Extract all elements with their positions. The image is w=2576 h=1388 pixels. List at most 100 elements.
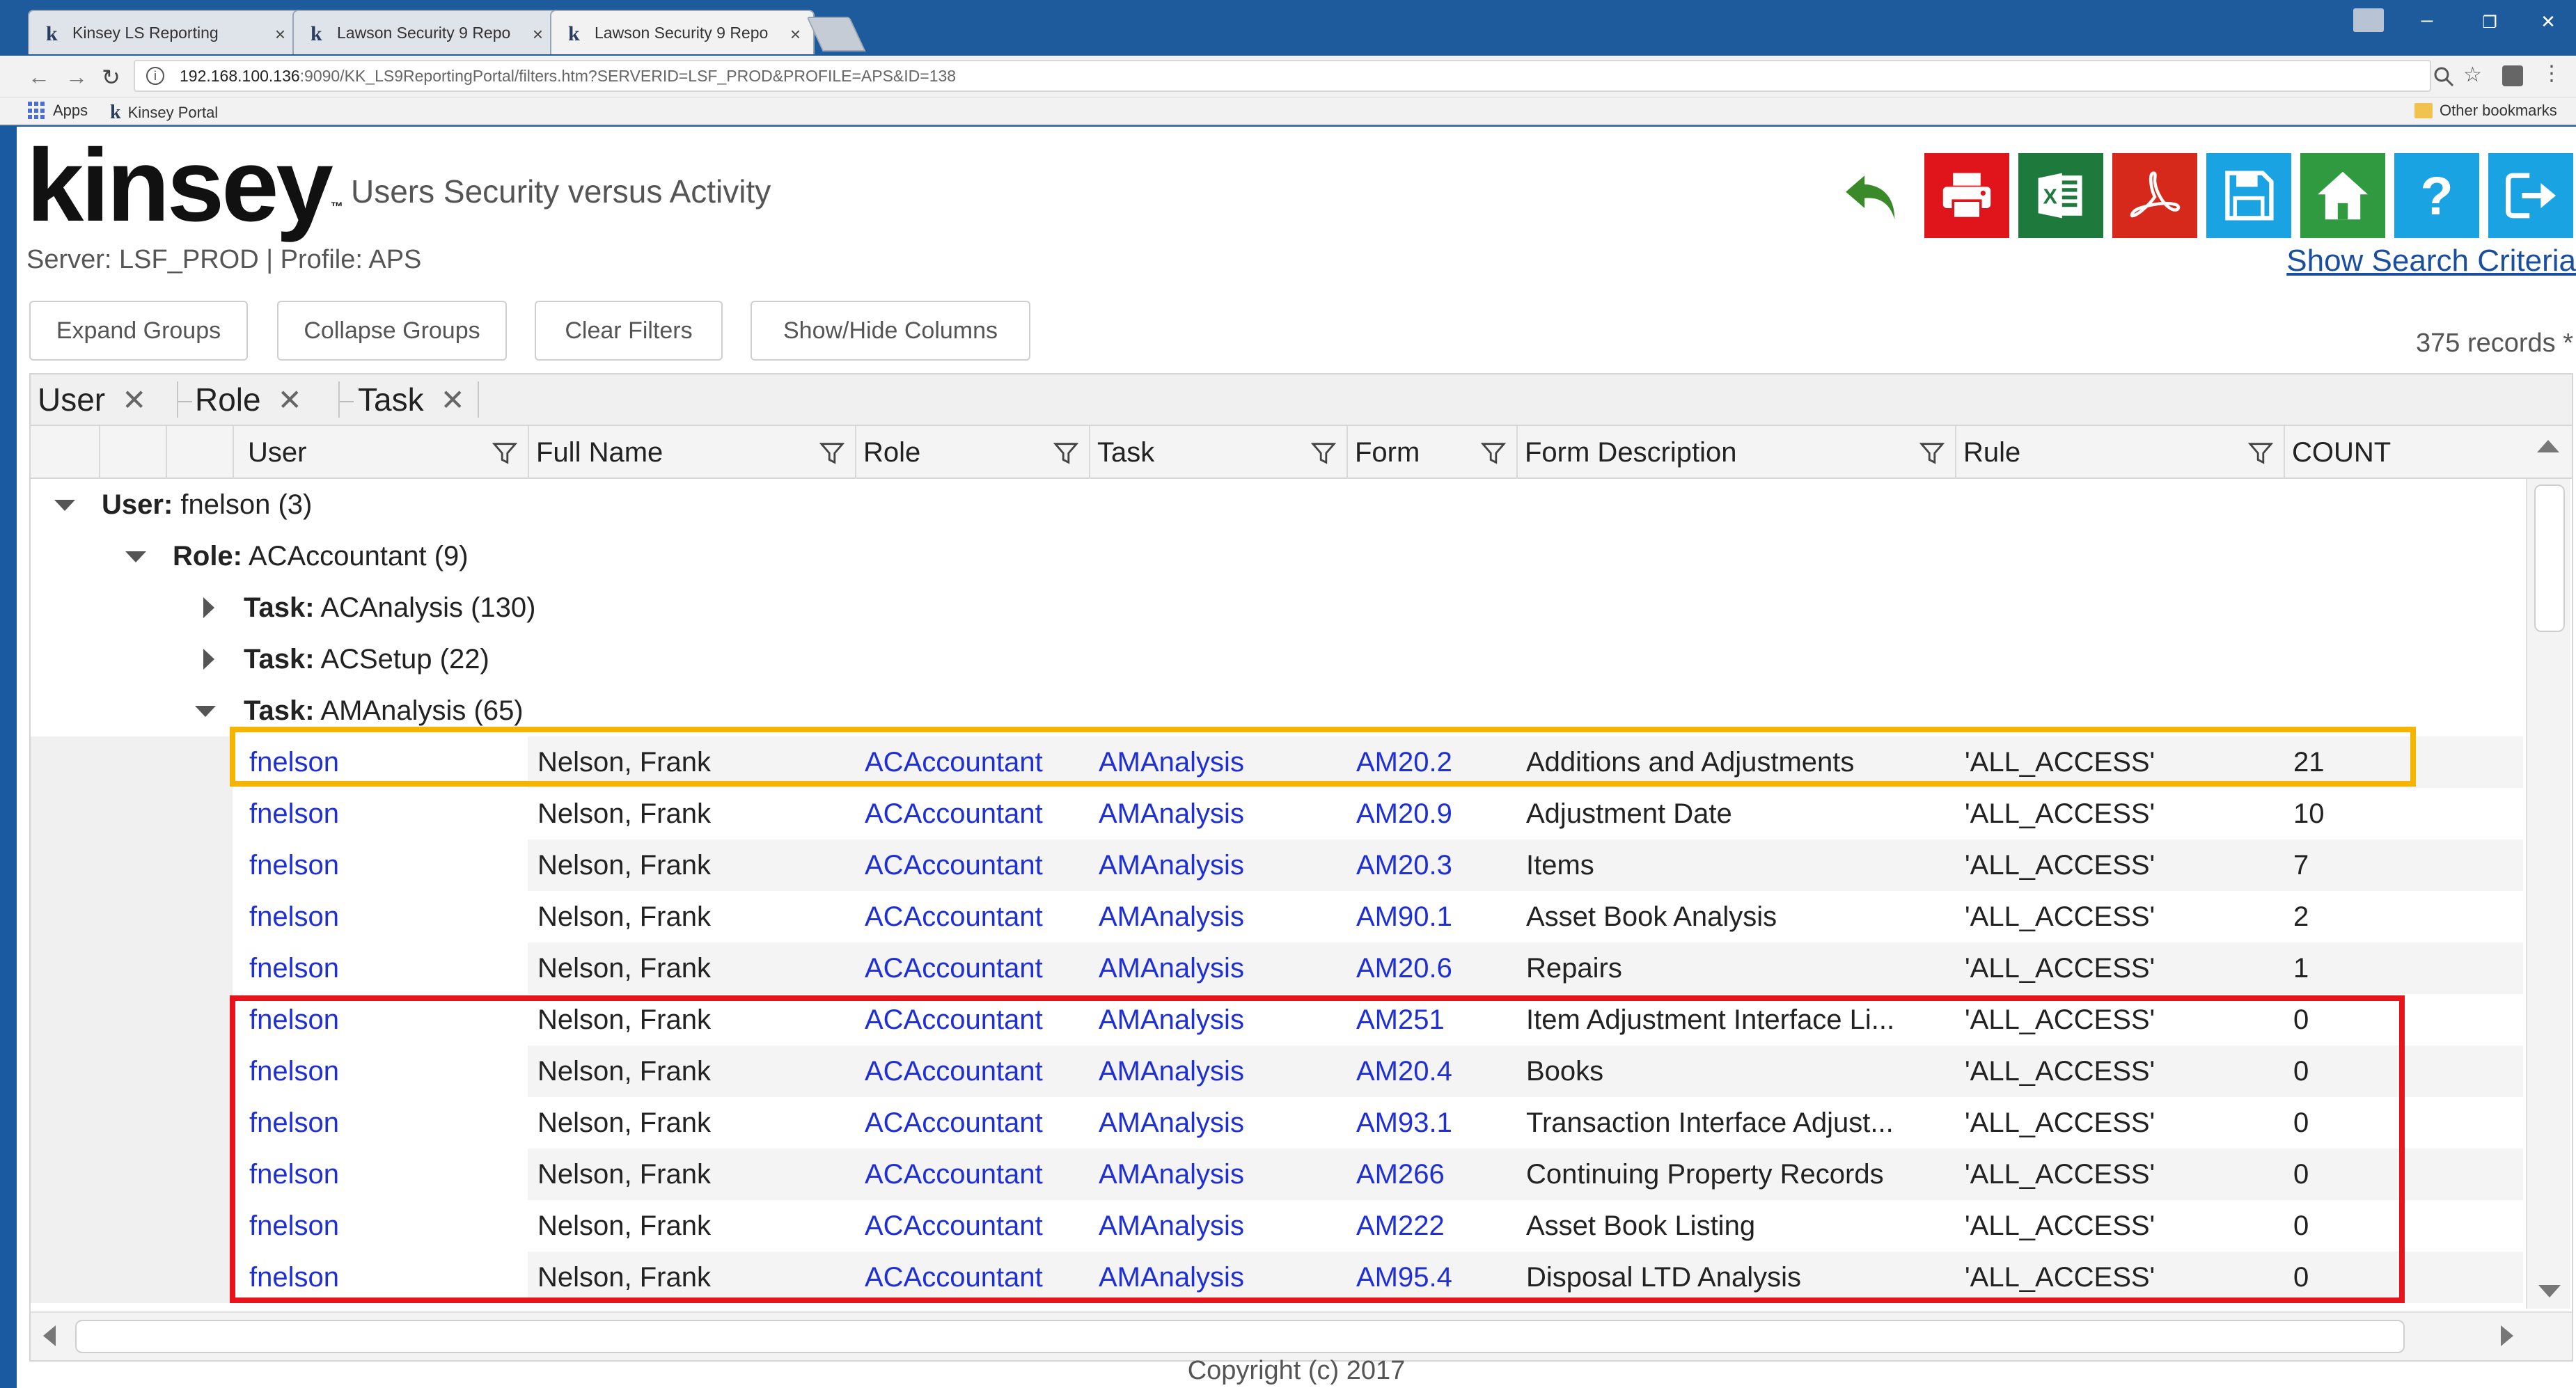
remove-group-icon[interactable]: ✕ [441,383,465,417]
url-field[interactable]: i 192.168.100.136:9090/KK_LS9ReportingPo… [134,60,2431,92]
table-row[interactable]: fnelson Nelson, Frank ACAccountant AMAnalys… [31,788,2523,839]
help-button[interactable]: ? [2394,153,2479,238]
cell-user[interactable]: fnelson [233,788,528,839]
column-header-form[interactable]: Form [1346,426,1516,479]
table-row[interactable]: fnelson Nelson, Frank ACAccountant AMAnalys… [31,1252,2523,1303]
cell-task[interactable]: AMAnalysis [1089,1252,1346,1303]
table-row[interactable]: fnelson Nelson, Frank ACAccountant AMAnalys… [31,1046,2523,1097]
cell-user[interactable]: fnelson [233,736,528,788]
cell-user[interactable]: fnelson [233,1200,528,1252]
filter-icon[interactable] [1480,440,1507,466]
filter-icon[interactable] [1919,440,1945,466]
show-hide-columns-button[interactable]: Show/Hide Columns [751,301,1030,361]
filter-icon[interactable] [1053,440,1079,466]
bookmark-other[interactable]: Other bookmarks [2414,102,2557,120]
cell-form[interactable]: AM93.1 [1346,1097,1516,1149]
info-icon[interactable]: i [146,67,164,85]
table-row[interactable]: fnelson Nelson, Frank ACAccountant AMAnalys… [31,736,2523,788]
table-row[interactable]: fnelson Nelson, Frank ACAccountant AMAnalys… [31,891,2523,943]
minimize-button[interactable]: – [2406,8,2448,32]
cell-form[interactable]: AM20.6 [1346,943,1516,994]
cell-task[interactable]: AMAnalysis [1089,943,1346,994]
cell-role[interactable]: ACAccountant [855,994,1089,1046]
cell-role[interactable]: ACAccountant [855,1252,1089,1303]
cell-user[interactable]: fnelson [233,943,528,994]
export-excel-button[interactable]: X [2018,153,2103,238]
vertical-scroll-thumb[interactable] [2534,484,2565,632]
cell-role[interactable]: ACAccountant [855,788,1089,839]
cell-task[interactable]: AMAnalysis [1089,736,1346,788]
browser-tab-1[interactable]: k Kinsey LS Reporting × [28,10,299,54]
cell-user[interactable]: fnelson [233,839,528,891]
forward-arrow-icon[interactable]: → [65,64,88,90]
cell-form[interactable]: AM90.1 [1346,891,1516,943]
expand-triangle-icon[interactable] [203,597,214,618]
column-header-form-description[interactable]: Form Description [1516,426,1955,479]
column-header-task[interactable]: Task [1089,426,1346,479]
cell-form[interactable]: AM95.4 [1346,1252,1516,1303]
collapse-triangle-icon[interactable] [195,706,216,717]
cell-form[interactable]: AM20.2 [1346,736,1516,788]
table-row[interactable]: fnelson Nelson, Frank ACAccountant AMAnalys… [31,1200,2523,1252]
cell-form[interactable]: AM251 [1346,994,1516,1046]
table-row[interactable]: fnelson Nelson, Frank ACAccountant AMAnalys… [31,994,2523,1046]
logout-button[interactable] [2488,153,2573,238]
collapse-groups-button[interactable]: Collapse Groups [277,301,507,361]
menu-icon[interactable]: ⋮ [2541,61,2562,86]
back-arrow-icon[interactable]: ← [28,64,50,90]
tab-close-icon[interactable]: × [275,24,285,45]
column-header-count[interactable]: COUNT [2284,426,2523,479]
group-chip-role[interactable]: Role ✕ [195,377,302,422]
cell-role[interactable]: ACAccountant [855,736,1089,788]
cell-form[interactable]: AM20.3 [1346,839,1516,891]
cell-form[interactable]: AM20.4 [1346,1046,1516,1097]
group-row-task[interactable]: Task: ACSetup (22) [31,633,2523,685]
vertical-scrollbar[interactable] [2526,479,2570,1309]
remove-group-icon[interactable]: ✕ [122,383,146,417]
scroll-right-arrow-icon[interactable] [2501,1325,2513,1346]
remove-group-icon[interactable]: ✕ [278,383,302,417]
filter-icon[interactable] [2247,440,2274,466]
save-button[interactable] [2206,153,2291,238]
cell-role[interactable]: ACAccountant [855,891,1089,943]
cell-form[interactable]: AM222 [1346,1200,1516,1252]
filter-icon[interactable] [819,440,845,466]
cell-role[interactable]: ACAccountant [855,1200,1089,1252]
cell-task[interactable]: AMAnalysis [1089,994,1346,1046]
profile-icon[interactable] [2353,8,2384,32]
cell-task[interactable]: AMAnalysis [1089,788,1346,839]
scroll-up-arrow-icon[interactable] [2537,440,2559,452]
scroll-left-arrow-icon[interactable] [43,1325,56,1346]
tab-close-icon[interactable]: × [790,24,801,45]
cell-task[interactable]: AMAnalysis [1089,839,1346,891]
close-window-button[interactable]: ✕ [2527,11,2569,33]
cell-task[interactable]: AMAnalysis [1089,1200,1346,1252]
expand-groups-button[interactable]: Expand Groups [29,301,248,361]
zoom-icon[interactable] [2433,65,2455,88]
collapse-triangle-icon[interactable] [125,551,146,562]
bookmark-apps[interactable]: Apps [28,102,88,120]
cell-role[interactable]: ACAccountant [855,1046,1089,1097]
collapse-triangle-icon[interactable] [54,500,75,511]
print-button[interactable] [1924,153,2009,238]
horizontal-scroll-thumb[interactable] [75,1320,2405,1353]
new-tab-button[interactable] [806,17,866,52]
group-chip-task[interactable]: Task ✕ [358,377,465,422]
column-header-full-name[interactable]: Full Name [528,426,855,479]
column-header-user[interactable]: User [233,426,528,479]
expand-triangle-icon[interactable] [203,649,214,670]
cell-user[interactable]: fnelson [233,1046,528,1097]
clear-filters-button[interactable]: Clear Filters [535,301,723,361]
cell-task[interactable]: AMAnalysis [1089,1149,1346,1200]
table-row[interactable]: fnelson Nelson, Frank ACAccountant AMAnalys… [31,943,2523,994]
group-row-role[interactable]: Role: ACAccountant (9) [31,530,2523,582]
table-row[interactable]: fnelson Nelson, Frank ACAccountant AMAnalys… [31,1097,2523,1149]
group-row-user[interactable]: User: fnelson (3) [31,479,2523,530]
column-header-rule[interactable]: Rule [1955,426,2284,479]
cell-role[interactable]: ACAccountant [855,943,1089,994]
cell-task[interactable]: AMAnalysis [1089,891,1346,943]
cell-task[interactable]: AMAnalysis [1089,1046,1346,1097]
scroll-down-arrow-icon[interactable] [2538,1285,2561,1298]
export-pdf-button[interactable] [2112,153,2197,238]
reload-icon[interactable]: ↻ [102,64,120,90]
